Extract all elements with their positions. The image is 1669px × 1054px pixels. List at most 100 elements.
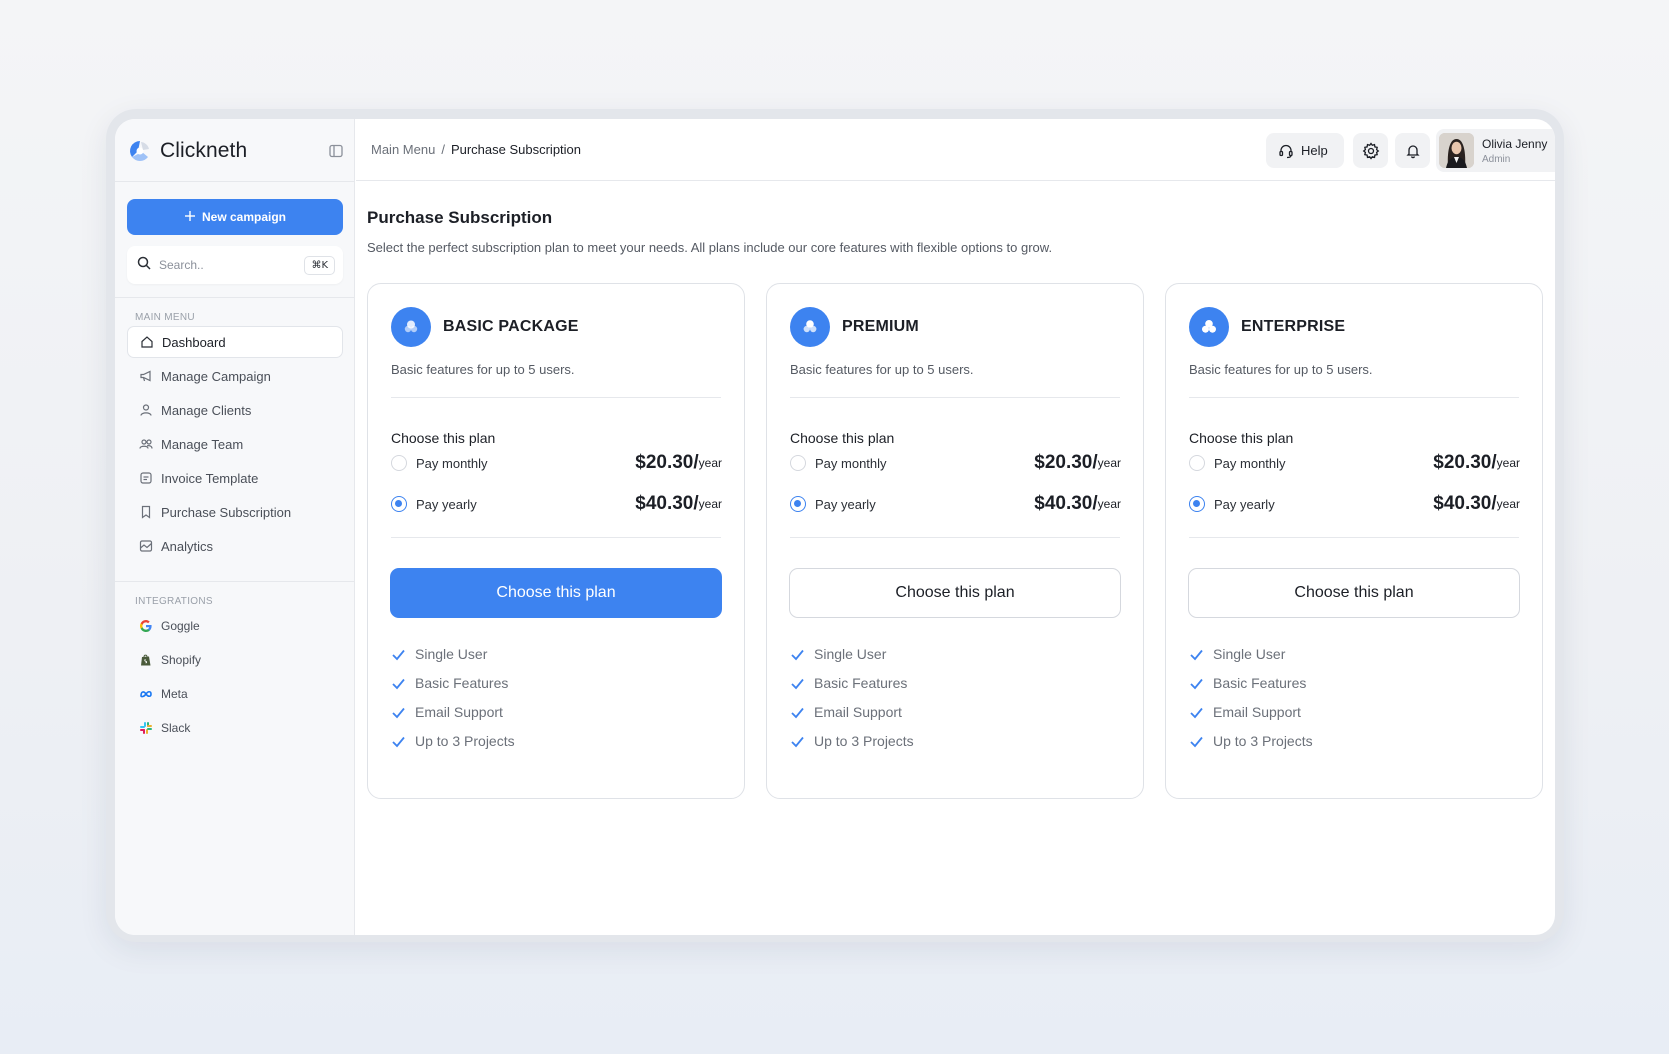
search-input[interactable]: Search.. — [159, 258, 304, 272]
radio-button[interactable] — [391, 455, 407, 471]
option-pay-monthly[interactable]: Pay monthly $20.30/year — [1189, 451, 1520, 475]
help-button[interactable]: Help — [1266, 133, 1344, 168]
sidebar-item-manage-campaign[interactable]: Manage Campaign — [127, 360, 343, 392]
check-icon — [1190, 736, 1203, 747]
integration-shopify[interactable]: Shopify — [127, 645, 343, 675]
sidebar-item-manage-clients[interactable]: Manage Clients — [127, 394, 343, 426]
integration-google[interactable]: Goggle — [127, 611, 343, 641]
option-label: Pay yearly — [1214, 496, 1275, 512]
feature-label: Up to 3 Projects — [415, 733, 515, 749]
search-icon — [137, 256, 151, 275]
feature-item: Email Support — [1189, 702, 1301, 722]
price: $20.30/ — [1034, 452, 1098, 473]
option-pay-yearly[interactable]: Pay yearly $40.30/year — [391, 492, 722, 516]
radio-button[interactable] — [391, 496, 407, 512]
divider — [391, 397, 721, 398]
breadcrumb-parent[interactable]: Main Menu — [371, 142, 435, 157]
check-icon — [791, 649, 804, 660]
price: $20.30/ — [635, 452, 699, 473]
brand[interactable]: Clickneth — [128, 137, 247, 165]
sidebar-item-label: Manage Campaign — [161, 368, 271, 384]
price-period: year — [698, 456, 722, 470]
price-period: year — [1097, 456, 1121, 470]
search-field[interactable]: Search.. ⌘K — [127, 246, 343, 284]
integration-label: Goggle — [161, 619, 200, 633]
app-window: Clickneth New campaign Search.. ⌘K MAIN … — [115, 119, 1555, 935]
radio-button[interactable] — [790, 455, 806, 471]
check-icon — [1190, 649, 1203, 660]
integration-meta[interactable]: Meta — [127, 679, 343, 709]
divider — [1189, 537, 1519, 538]
choose-plan-button[interactable]: Choose this plan — [789, 568, 1121, 618]
choose-plan-button[interactable]: Choose this plan — [390, 568, 722, 618]
user-menu[interactable]: Olivia Jenny Admin — [1436, 129, 1555, 172]
feature-label: Basic Features — [415, 675, 509, 691]
radio-button[interactable] — [1189, 455, 1205, 471]
slack-icon — [140, 722, 152, 734]
price-period: year — [698, 497, 722, 511]
check-icon — [392, 736, 405, 747]
feature-label: Up to 3 Projects — [814, 733, 914, 749]
divider — [115, 297, 355, 298]
price: $40.30/ — [1433, 493, 1497, 514]
sidebar-item-label: Purchase Subscription — [161, 504, 292, 520]
feature-label: Email Support — [1213, 704, 1301, 720]
sidebar-item-invoice-template[interactable]: Invoice Template — [127, 462, 343, 494]
plan-card-premium: PREMIUM Basic features for up to 5 users… — [766, 283, 1144, 799]
check-icon — [392, 707, 405, 718]
feature-item: Up to 3 Projects — [790, 731, 914, 751]
sidebar-item-purchase-subscription[interactable]: Purchase Subscription — [127, 496, 343, 528]
bookmark-icon — [141, 505, 151, 519]
check-icon — [791, 707, 804, 718]
option-pay-yearly[interactable]: Pay yearly $40.30/year — [790, 492, 1121, 516]
price: $40.30/ — [1034, 493, 1098, 514]
choose-plan-button[interactable]: Choose this plan — [1188, 568, 1520, 618]
feature-label: Up to 3 Projects — [1213, 733, 1313, 749]
google-icon — [140, 620, 152, 632]
divider — [391, 537, 721, 538]
breadcrumb-separator: / — [441, 142, 445, 157]
option-label: Pay monthly — [416, 455, 488, 471]
chart-icon — [139, 540, 153, 552]
gear-icon — [1362, 141, 1379, 160]
option-pay-monthly[interactable]: Pay monthly $20.30/year — [391, 451, 722, 475]
sidebar-item-manage-team[interactable]: Manage Team — [127, 428, 343, 460]
sidebar-toggle-icon[interactable] — [328, 143, 344, 159]
plan-icon — [1189, 307, 1229, 347]
main-menu-heading: MAIN MENU — [135, 312, 195, 323]
price-period: year — [1097, 497, 1121, 511]
radio-button[interactable] — [1189, 496, 1205, 512]
divider — [790, 537, 1120, 538]
sidebar-item-label: Invoice Template — [161, 470, 259, 486]
check-icon — [1190, 707, 1203, 718]
user-name: Olivia Jenny — [1482, 136, 1548, 151]
feature-item: Single User — [790, 644, 886, 664]
sidebar-item-dashboard[interactable]: Dashboard — [127, 326, 343, 358]
breadcrumb-current: Purchase Subscription — [450, 142, 582, 157]
divider — [115, 581, 355, 582]
option-pay-yearly[interactable]: Pay yearly $40.30/year — [1189, 492, 1520, 516]
page-subtitle: Select the perfect subscription plan to … — [367, 240, 1053, 255]
price-period: year — [1496, 456, 1520, 470]
integration-label: Shopify — [161, 653, 202, 667]
feature-item: Basic Features — [1189, 673, 1306, 693]
search-shortcut: ⌘K — [304, 255, 335, 275]
price: $20.30/ — [1433, 452, 1497, 473]
divider — [115, 181, 355, 182]
integration-label: Meta — [161, 687, 188, 701]
settings-button[interactable] — [1353, 133, 1388, 168]
radio-button[interactable] — [790, 496, 806, 512]
integration-slack[interactable]: Slack — [127, 713, 343, 743]
option-pay-monthly[interactable]: Pay monthly $20.30/year — [790, 451, 1121, 475]
feature-item: Up to 3 Projects — [1189, 731, 1313, 751]
meta-icon — [140, 690, 152, 698]
sidebar-item-analytics[interactable]: Analytics — [127, 530, 343, 562]
feature-item: Basic Features — [391, 673, 508, 693]
feature-item: Basic Features — [790, 673, 907, 693]
integrations-heading: INTEGRATIONS — [135, 596, 213, 607]
choose-plan-label: Choose this plan — [391, 430, 496, 446]
new-campaign-button[interactable]: New campaign — [127, 199, 343, 235]
notifications-button[interactable] — [1395, 133, 1430, 168]
home-icon — [141, 336, 153, 348]
sidebar-item-label: Analytics — [161, 538, 214, 554]
